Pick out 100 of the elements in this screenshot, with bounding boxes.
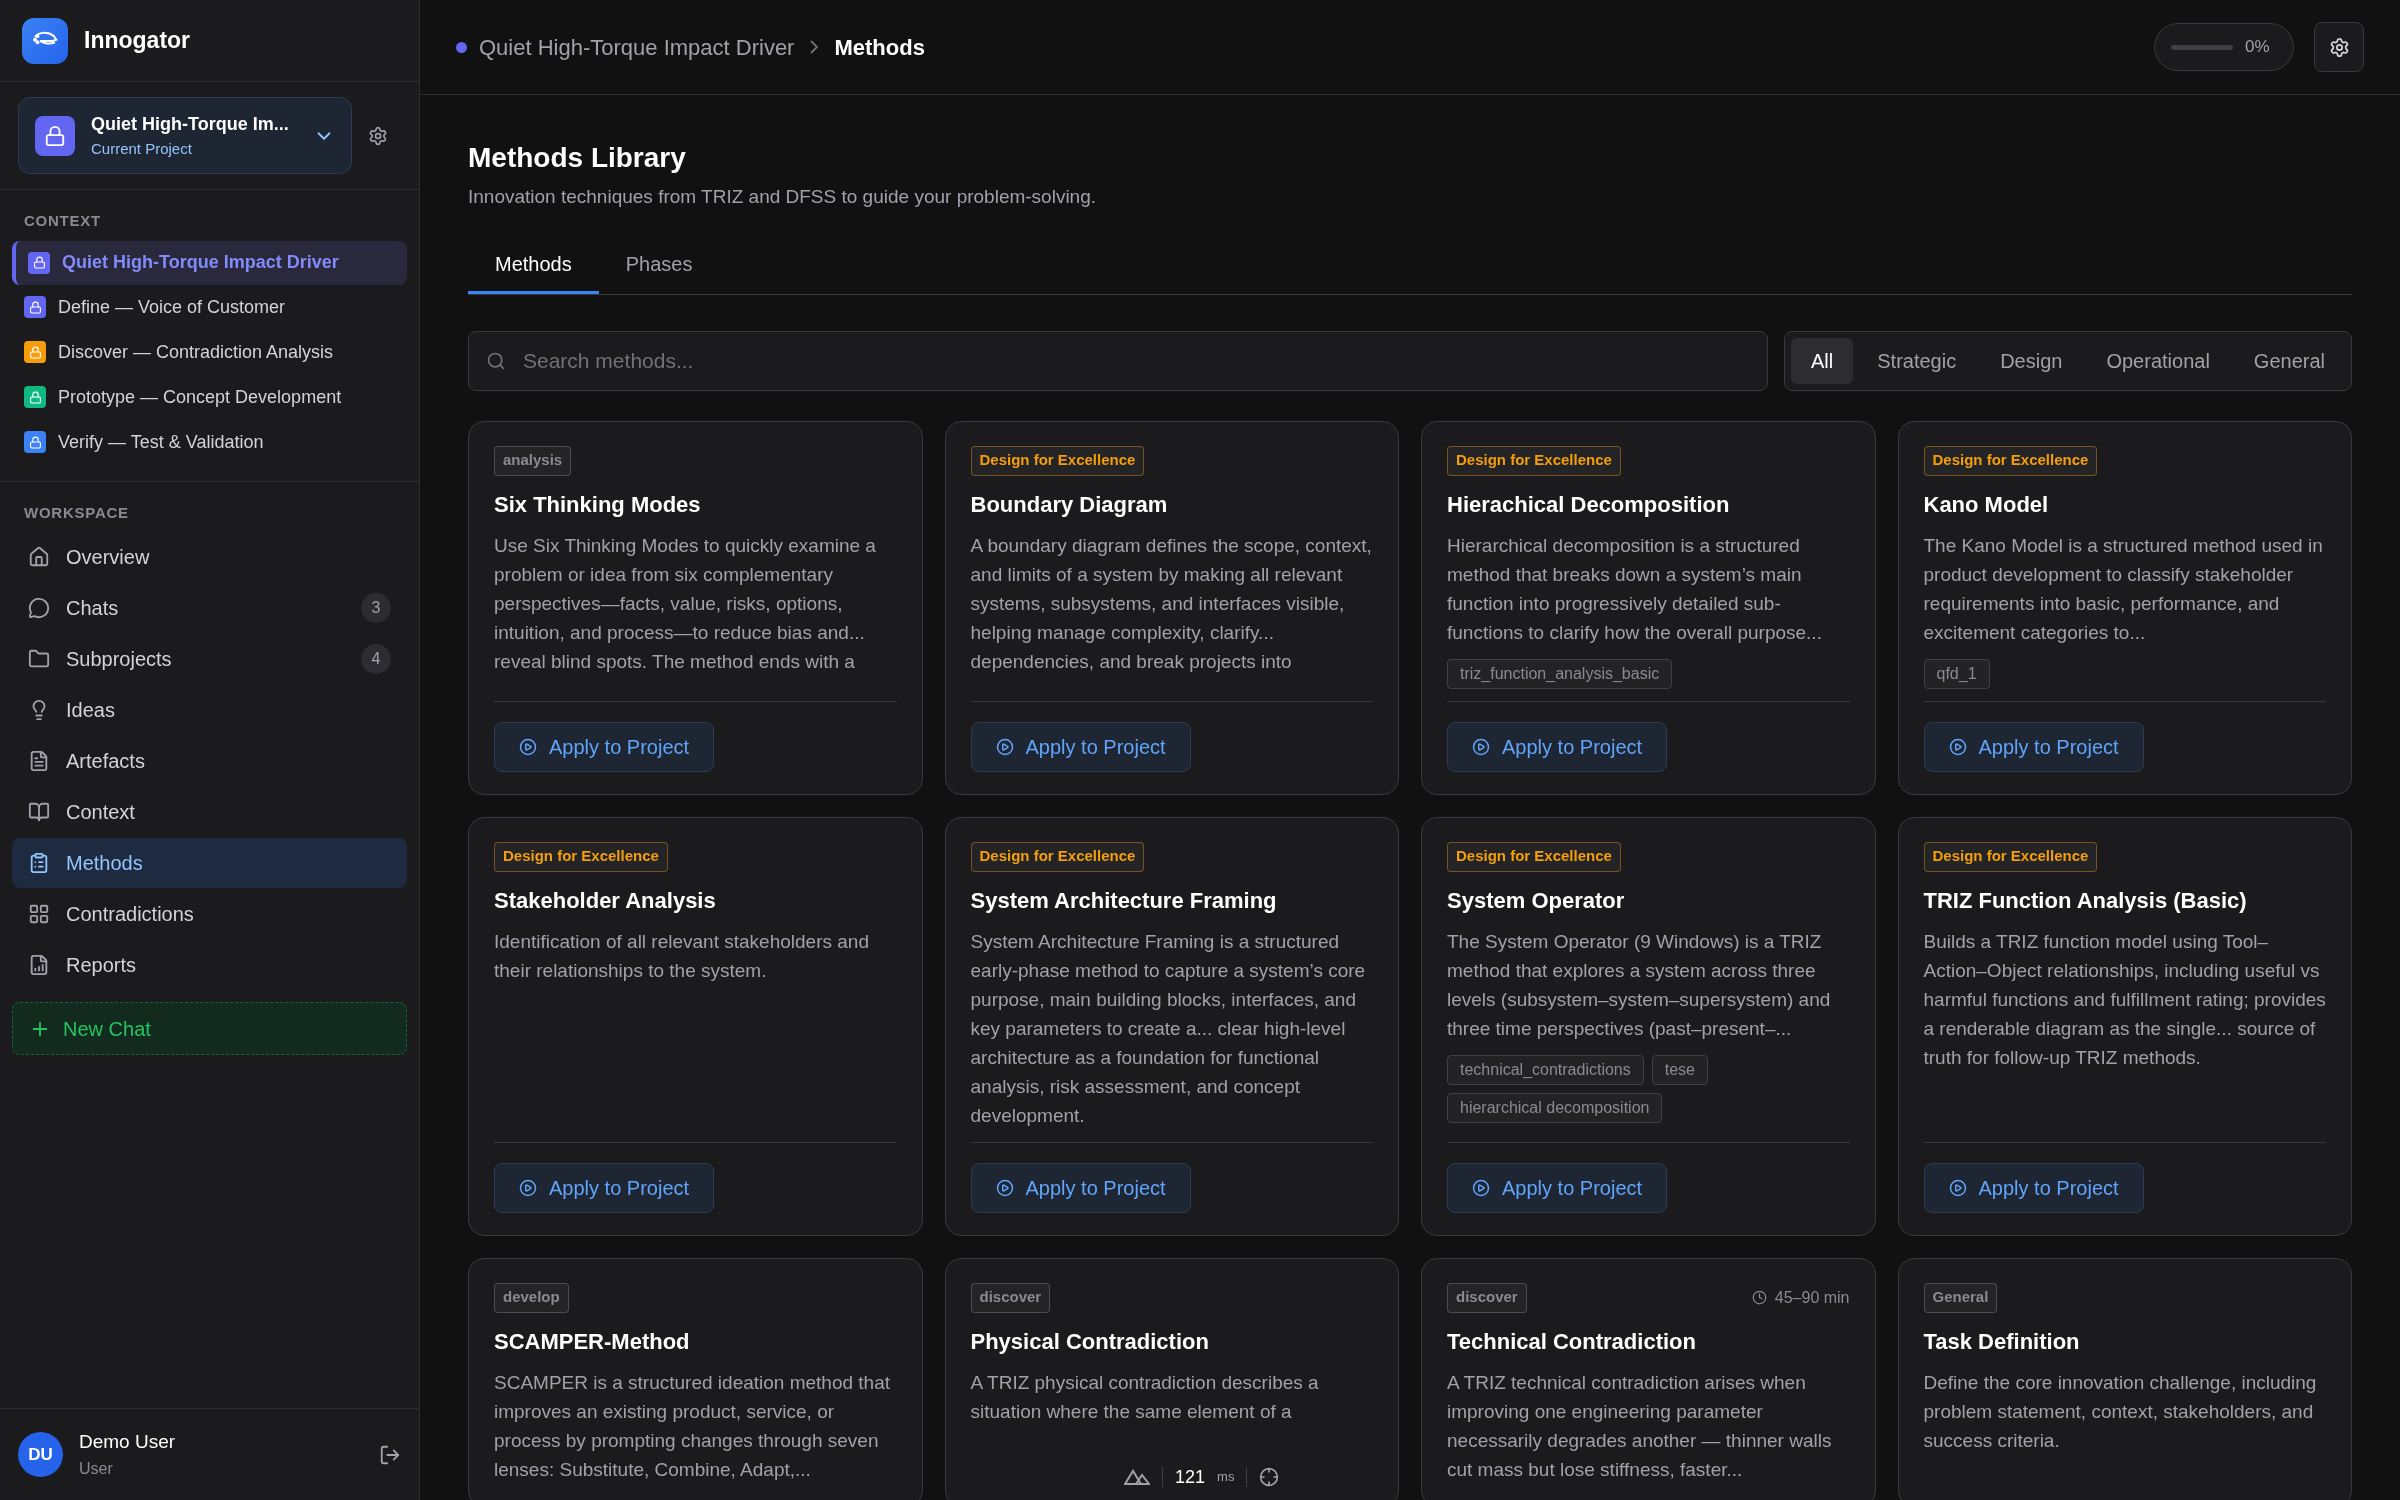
filter-option[interactable]: Operational [2086,337,2230,384]
method-description: The System Operator (9 Windows) is a TRIZ method that explores a system across three levels (subsystem–system–supersystem) and three time perspectives (past–present–... [1447,929,1832,1041]
project-caption: Current Project [91,138,193,159]
phase-item[interactable]: Discover — Contradiction Analysis [12,329,407,375]
filter-option[interactable]: Strategic [1857,337,1977,384]
nav-item[interactable]: Subprojects 4 [12,634,407,684]
method-title: System Architecture Framing [970,886,1278,915]
apply-button[interactable]: Apply to Project [1447,721,1668,772]
timing-value: 121 [1175,1465,1206,1489]
filter-option[interactable]: Design [1980,337,2083,384]
category-tag: Design for Excellence [494,841,668,872]
filter-option[interactable]: General [2233,337,2345,384]
filter-option[interactable]: All [1791,337,1854,384]
home-icon [28,546,50,568]
method-title: Six Thinking Modes [494,490,702,519]
play-circle-icon [995,1178,1014,1197]
clipboard-icon [28,852,50,874]
nav-item[interactable]: Chats 3 [12,583,407,633]
phase-item[interactable]: Define — Voice of Customer [12,284,407,330]
keyword-chip: triz_function_analysis_basic [1447,658,1673,689]
method-title: Physical Contradiction [970,1327,1210,1356]
method-description: SCAMPER is a structured ideation method that improves an existing product, service, or process by prompting changes through seven lenses: Substitute, Combine, Adapt,... [494,1370,892,1482]
method-description: Builds a TRIZ function model using Tool–Action–Object relationships, including useful vs harmful functions and fulfillment rating; provides a renderable diagram as the single... source of truth for follow-up TRIZ methods. [1923,929,2326,1070]
method-title: Technical Contradiction [1447,1327,1697,1356]
breadcrumb-item[interactable]: Quiet High-Torque Impact Driver [479,30,795,64]
category-tag: develop [494,1282,569,1313]
category-tag: Design for Excellence [1447,445,1621,476]
project-selector[interactable]: Quiet High-Torque Im... Current Project [18,97,352,174]
apply-button[interactable]: Apply to Project [494,1162,715,1213]
settings-icon[interactable] [368,125,388,146]
progress-reading: 0% [2245,36,2270,59]
section-label: WORKSPACE [23,502,130,523]
chevron-right-icon [810,40,819,54]
play-circle-icon [519,737,537,756]
phase-item[interactable]: Verify — Test & Validation [12,419,407,465]
apply-button[interactable]: Apply to Project [970,1162,1191,1213]
duration: 45–90 min [1774,1287,1850,1308]
play-circle-icon [519,1178,537,1197]
nav-item[interactable]: Methods [12,838,407,888]
apply-button[interactable]: Apply to Project [970,721,1191,772]
tab[interactable]: Methods [468,237,599,294]
method-title: Task Definition [1923,1327,2081,1356]
category-tag: Design for Excellence [1447,841,1621,872]
user-role: User [79,1458,114,1479]
category-tag: discover [1447,1282,1527,1313]
play-circle-icon [995,737,1014,756]
keyword-chip: tese [1651,1054,1708,1085]
report-icon [28,954,50,976]
category-tag: analysis [494,445,572,476]
crosshair-icon[interactable] [1259,1467,1280,1487]
project-name: Quiet High-Torque Im... [91,112,290,136]
method-description: Hierarchical decomposition is a structured method that breaks down a system’s main function into progressively detailed sub-functions to clarify how the overall purpose... [1447,533,1823,645]
method-description: A TRIZ physical contradiction describes a situation where the same element of a [970,1370,1320,1424]
app-logo-icon [22,17,68,64]
apply-button[interactable]: Apply to Project [1923,1162,2144,1213]
play-circle-icon [1472,1178,1490,1197]
nav-item[interactable]: Reports [12,940,407,990]
apply-button[interactable]: Apply to Project [1447,1162,1668,1213]
method-title: Stakeholder Analysis [494,886,717,915]
section-label: CONTEXT [23,211,102,231]
method-description: Identification of all relevant stakeholders and their relationships to the system. [494,929,870,983]
nav-item[interactable]: Context [12,787,407,837]
nav-item[interactable]: Contradictions [12,889,407,939]
app-name: Innogator [84,26,191,56]
settings-button[interactable] [2314,22,2364,72]
user-name: Demo User [79,1430,177,1455]
logout-icon[interactable] [379,1443,401,1466]
method-title: Boundary Diagram [970,490,1169,519]
method-title: SCAMPER-Method [494,1327,691,1356]
count-badge: 3 [361,593,391,623]
nav-item[interactable]: Artefacts [12,736,407,786]
play-circle-icon [1948,737,1967,756]
method-title: TRIZ Function Analysis (Basic) [1923,886,2248,915]
keyword-chip: technical_contradictions [1447,1054,1644,1085]
nav-item[interactable]: Ideas [12,685,407,735]
nav-item[interactable]: Overview [12,532,407,582]
keyword-chip: hierarchical decomposition [1447,1092,1663,1123]
method-description: Define the core innovation challenge, including problem statement, context, stakeholders, and success criteria. [1923,1370,2318,1453]
tab[interactable]: Phases [598,237,720,294]
document-icon [28,750,50,772]
method-description: The Kano Model is a structured method used in product development to classify stakeholder requirements into basic, performance, and excitement categories to... [1923,533,2324,645]
settings-icon [2328,36,2350,58]
category-tag: Design for Excellence [970,445,1145,476]
apply-button[interactable]: Apply to Project [494,721,715,772]
method-title: Kano Model [1923,490,2050,519]
phase-item[interactable]: Prototype — Concept Development [12,374,407,420]
mountain-logo-icon [1124,1468,1150,1486]
new-chat-button[interactable]: New Chat [12,1002,407,1055]
apply-button[interactable]: Apply to Project [1923,721,2144,772]
play-circle-icon [1472,737,1490,756]
count-badge: 4 [361,644,391,674]
method-description: A TRIZ technical contradiction arises when improving one engineering parameter necessarily degrades another — thinner walls cut mass but lose stiffness, faster... [1447,1370,1833,1482]
method-title: Hierachical Decomposition [1447,490,1731,519]
book-icon [28,801,50,823]
search-field[interactable]: Search methods... [468,330,1768,391]
clock-icon [1751,1290,1767,1305]
page-subtitle: Innovation techniques from TRIZ and DFSS to guide your problem-solving. [468,185,1098,209]
phase-item[interactable]: Quiet High-Torque Impact Driver [12,240,407,285]
category-tag: Design for Excellence [1923,445,2098,476]
user-avatar: DU [18,1432,63,1477]
